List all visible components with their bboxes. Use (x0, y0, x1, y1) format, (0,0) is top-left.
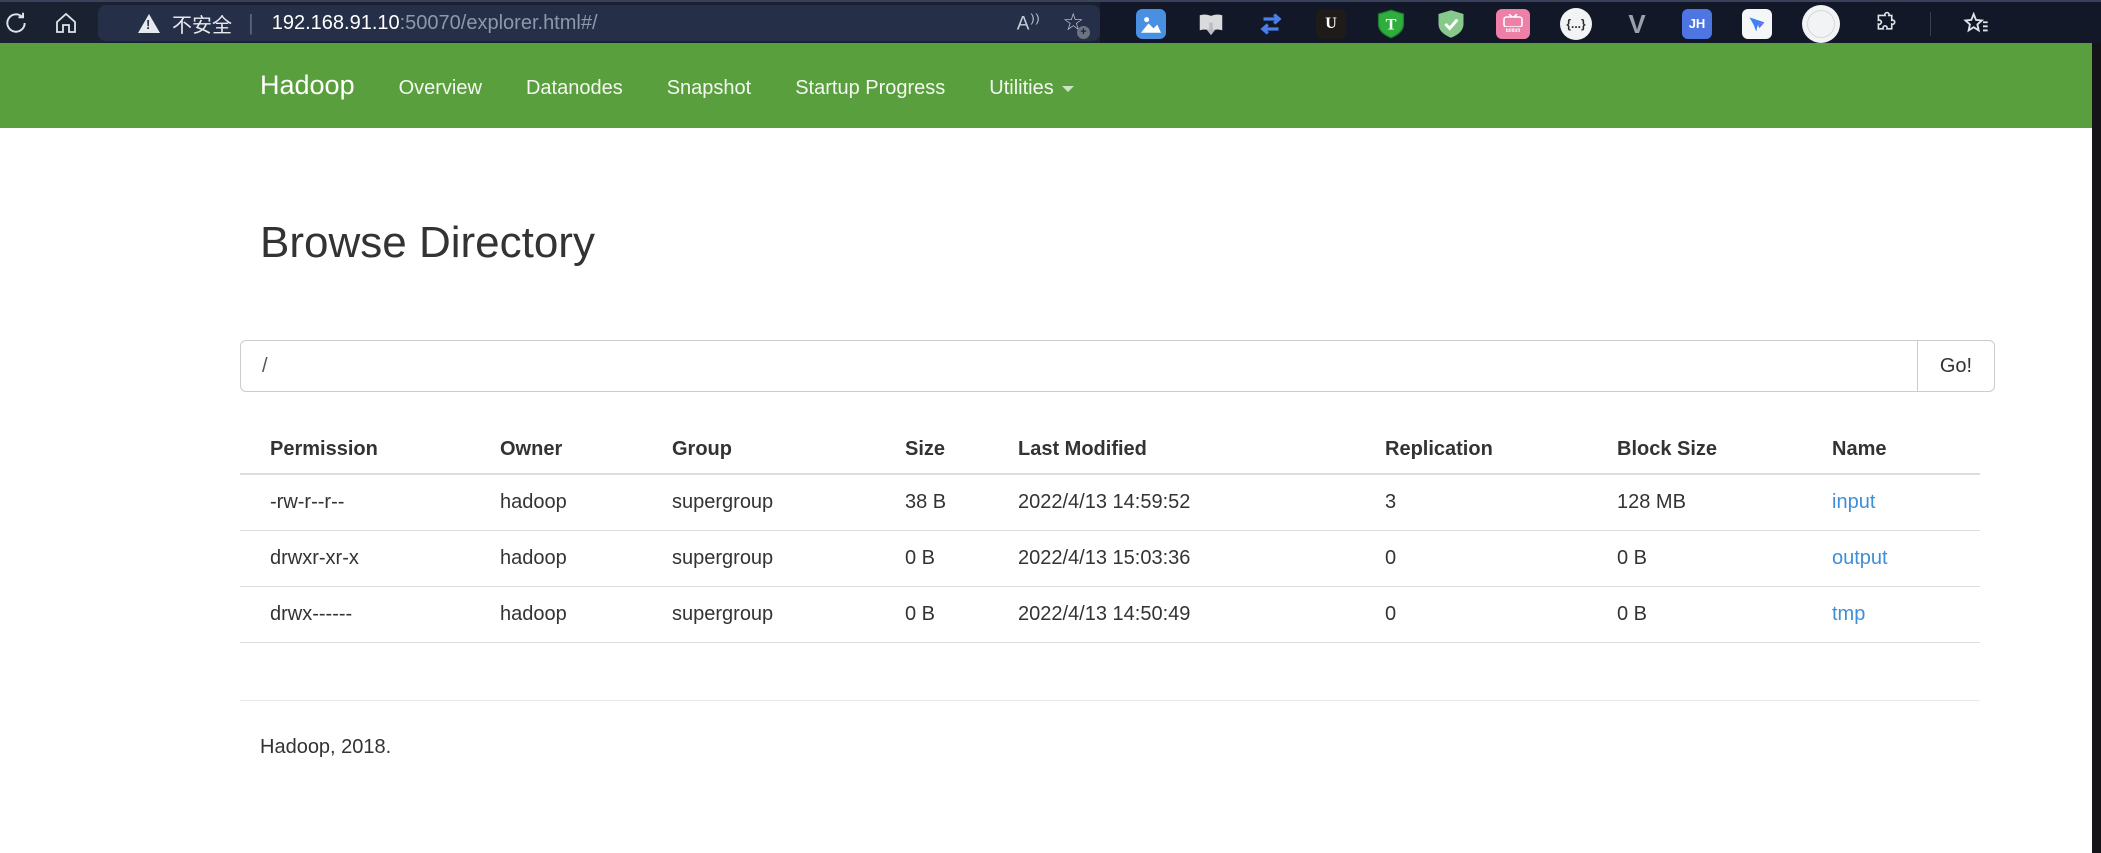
cell-group: supergroup (672, 531, 905, 587)
manual-download-extension-icon[interactable] (1196, 9, 1226, 39)
favorites-bar-icon[interactable] (1961, 9, 1991, 39)
go-button[interactable]: Go! (1917, 340, 1995, 392)
reload-icon[interactable] (0, 6, 34, 40)
nav-item-snapshot[interactable]: Snapshot (667, 77, 752, 100)
navbar-brand[interactable]: Hadoop (260, 70, 355, 101)
home-icon[interactable] (48, 6, 84, 40)
cell-last-modified: 2022/4/13 14:59:52 (1018, 474, 1385, 531)
cell-owner: hadoop (500, 587, 672, 643)
read-aloud-icon[interactable]: A)) (1017, 11, 1041, 35)
hadoop-navbar: Hadoop Overview Datanodes Snapshot Start… (0, 43, 2101, 128)
url-host: 192.168.91.10 (272, 12, 400, 34)
bilibili-extension-icon[interactable]: bilibili (1496, 9, 1530, 39)
cell-block-size: 0 B (1617, 531, 1832, 587)
col-name: Name (1832, 428, 1980, 474)
address-separator: | (248, 10, 254, 36)
photos-extension-icon[interactable] (1136, 9, 1166, 39)
col-last-modified: Last Modified (1018, 428, 1385, 474)
browser-toolbar: 不安全 | 192.168.91.10:50070/explorer.html#… (0, 0, 2101, 43)
extensions-puzzle-icon[interactable] (1870, 9, 1900, 39)
toolbar-divider (1930, 12, 1931, 36)
col-group: Group (672, 428, 905, 474)
url-text[interactable]: 192.168.91.10:50070/explorer.html#/ (272, 12, 598, 35)
tampermonkey-shield-icon[interactable]: T (1376, 9, 1406, 39)
cell-last-modified: 2022/4/13 14:50:49 (1018, 587, 1385, 643)
table-row: drwxr-xr-x hadoop supergroup 0 B 2022/4/… (240, 531, 1980, 587)
cell-permission: -rw-r--r-- (240, 474, 500, 531)
sync-loop-extension-icon[interactable] (1256, 9, 1286, 39)
svg-text:T: T (1386, 15, 1397, 33)
cell-replication: 0 (1385, 587, 1617, 643)
favorite-star-icon[interactable]: ☆+ (1062, 11, 1084, 35)
directory-path-input[interactable] (240, 340, 1918, 392)
jh-extension-icon[interactable]: JH (1682, 9, 1712, 39)
path-input-group: Go! (240, 340, 1995, 392)
thunder-bird-extension-icon[interactable] (1742, 9, 1772, 39)
cell-replication: 3 (1385, 474, 1617, 531)
cell-block-size: 128 MB (1617, 474, 1832, 531)
nav-item-utilities[interactable]: Utilities (989, 77, 1073, 100)
cell-owner: hadoop (500, 474, 672, 531)
nav-item-overview[interactable]: Overview (399, 77, 482, 100)
col-block-size: Block Size (1617, 428, 1832, 474)
profile-avatar[interactable] (1802, 5, 1840, 43)
screen: 不安全 | 192.168.91.10:50070/explorer.html#… (0, 0, 2101, 853)
cell-size: 0 B (905, 587, 1018, 643)
extensions-strip: U T bilibili {...} V JH (1100, 2, 2101, 45)
cell-size: 0 B (905, 531, 1018, 587)
col-replication: Replication (1385, 428, 1617, 474)
security-warning-label[interactable]: 不安全 (172, 9, 232, 38)
dir-link-tmp[interactable]: tmp (1832, 603, 1865, 625)
chevron-down-icon (1062, 86, 1074, 92)
address-bar[interactable]: 不安全 | 192.168.91.10:50070/explorer.html#… (98, 5, 1100, 41)
table-header-row: Permission Owner Group Size Last Modifie… (240, 428, 1980, 474)
dir-link-output[interactable]: output (1832, 547, 1888, 569)
cell-group: supergroup (672, 587, 905, 643)
braces-extension-icon[interactable]: {...} (1560, 8, 1592, 40)
cell-size: 38 B (905, 474, 1018, 531)
col-permission: Permission (240, 428, 500, 474)
directory-listing-table: Permission Owner Group Size Last Modifie… (240, 428, 1980, 643)
col-owner: Owner (500, 428, 672, 474)
table-row: -rw-r--r-- hadoop supergroup 38 B 2022/4… (240, 474, 1980, 531)
page-title: Browse Directory (260, 218, 595, 268)
u-extension-icon[interactable]: U (1316, 9, 1346, 39)
nav-item-datanodes[interactable]: Datanodes (526, 77, 623, 100)
cell-group: supergroup (672, 474, 905, 531)
url-path: :50070/explorer.html#/ (400, 12, 598, 34)
adguard-shield-check-icon[interactable] (1436, 9, 1466, 39)
file-link-input[interactable]: input (1832, 491, 1875, 513)
security-warning-icon[interactable] (138, 14, 160, 33)
cell-last-modified: 2022/4/13 15:03:36 (1018, 531, 1385, 587)
cell-owner: hadoop (500, 531, 672, 587)
col-size: Size (905, 428, 1018, 474)
nav-item-startup-progress[interactable]: Startup Progress (795, 77, 945, 100)
table-row: drwx------ hadoop supergroup 0 B 2022/4/… (240, 587, 1980, 643)
cell-replication: 0 (1385, 531, 1617, 587)
footer-text: Hadoop, 2018. (260, 736, 391, 759)
cell-permission: drwxr-xr-x (240, 531, 500, 587)
page-scrollbar[interactable] (2092, 43, 2101, 853)
cell-permission: drwx------ (240, 587, 500, 643)
vue-devtools-icon[interactable]: V (1622, 9, 1652, 39)
cell-block-size: 0 B (1617, 587, 1832, 643)
footer-divider (240, 700, 1980, 701)
